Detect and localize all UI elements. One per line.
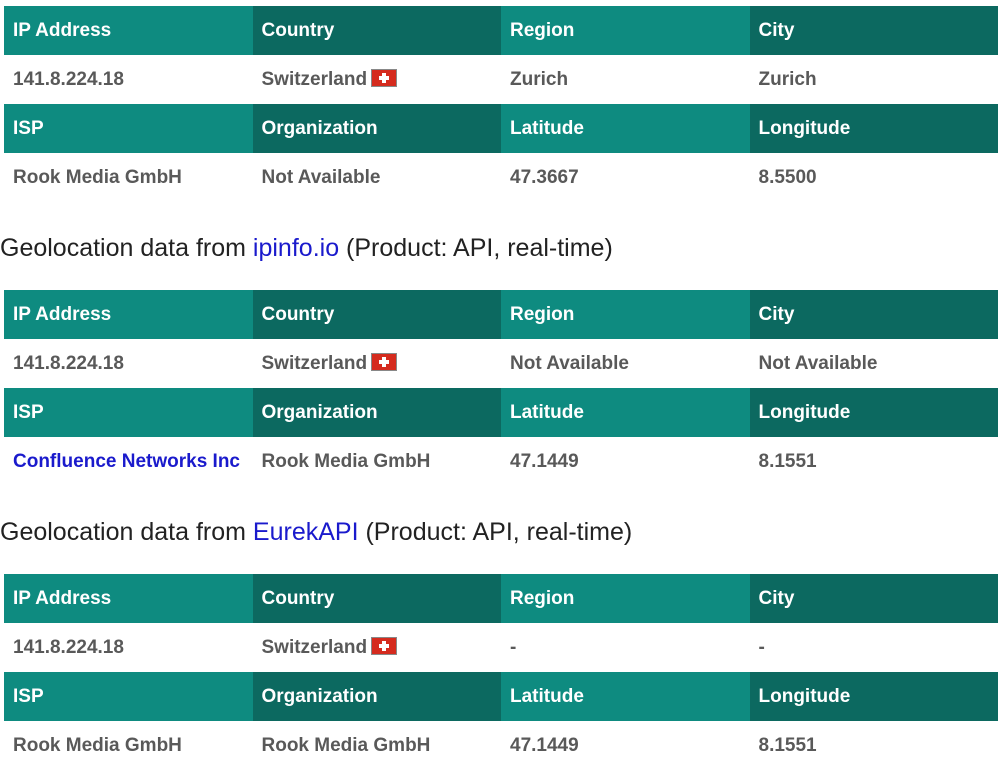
country-cell: Switzerland [252, 55, 501, 104]
isp-value: Rook Media GmbH [4, 153, 253, 202]
city-value: Not Available [749, 339, 998, 388]
caption-suffix: (Product: API, real-time) [339, 234, 613, 262]
geo-section-3: IP Address Country Region City 141.8.224… [4, 574, 1000, 770]
caption-prefix: Geolocation data from [0, 234, 253, 262]
geo-table: IP Address Country Region City 141.8.224… [4, 290, 998, 486]
header-region: Region [501, 290, 750, 339]
header-row: IP Address Country Region City [4, 6, 998, 55]
country-cell: Switzerland [252, 339, 501, 388]
source-link-ipinfo[interactable]: ipinfo.io [253, 234, 339, 262]
header-city: City [749, 574, 998, 623]
header-isp: ISP [4, 104, 253, 153]
section-caption: Geolocation data from EurekAPI (Product:… [0, 512, 998, 553]
caption-suffix: (Product: API, real-time) [358, 518, 633, 546]
table-row: 141.8.224.18 Switzerland - - [4, 623, 998, 672]
header-row: ISP Organization Latitude Longitude [4, 104, 998, 153]
header-region: Region [501, 574, 750, 623]
ip-value: 141.8.224.18 [4, 55, 253, 104]
header-lon: Longitude [749, 672, 998, 721]
ip-value: 141.8.224.18 [4, 339, 253, 388]
org-value: Rook Media GmbH [252, 437, 501, 486]
lat-value: 47.1449 [501, 721, 750, 770]
region-value: Zurich [501, 55, 750, 104]
isp-cell: Confluence Networks Inc [4, 437, 253, 486]
switzerland-flag-icon [371, 68, 398, 87]
country-cell: Switzerland [252, 623, 501, 672]
table-row: 141.8.224.18 Switzerland Not Available N… [4, 339, 998, 388]
header-country: Country [252, 290, 501, 339]
header-org: Organization [252, 672, 501, 721]
header-org: Organization [252, 388, 501, 437]
header-region: Region [501, 6, 750, 55]
header-country: Country [252, 574, 501, 623]
lon-value: 8.1551 [749, 437, 998, 486]
header-lat: Latitude [501, 104, 750, 153]
org-value: Not Available [252, 153, 501, 202]
header-city: City [749, 290, 998, 339]
region-value: Not Available [501, 339, 750, 388]
lon-value: 8.5500 [749, 153, 998, 202]
header-isp: ISP [4, 672, 253, 721]
lat-value: 47.3667 [501, 153, 750, 202]
header-ip: IP Address [4, 574, 253, 623]
isp-link[interactable]: Confluence Networks Inc [13, 451, 240, 472]
header-isp: ISP [4, 388, 253, 437]
city-value: Zurich [749, 55, 998, 104]
header-row: IP Address Country Region City [4, 574, 998, 623]
country-value: Switzerland [261, 68, 368, 90]
geo-section-1: IP Address Country Region City 141.8.224… [4, 6, 1000, 202]
header-ip: IP Address [4, 290, 253, 339]
table-row: Rook Media GmbH Rook Media GmbH 47.1449 … [4, 721, 998, 770]
caption-prefix: Geolocation data from [0, 518, 253, 546]
header-row: ISP Organization Latitude Longitude [4, 388, 998, 437]
header-lat: Latitude [501, 672, 750, 721]
header-country: Country [252, 6, 501, 55]
ip-value: 141.8.224.18 [4, 623, 253, 672]
geo-table: IP Address Country Region City 141.8.224… [4, 574, 998, 770]
country-value: Switzerland [261, 636, 368, 658]
org-value: Rook Media GmbH [252, 721, 501, 770]
header-lon: Longitude [749, 388, 998, 437]
header-row: IP Address Country Region City [4, 290, 998, 339]
geo-section-2: IP Address Country Region City 141.8.224… [4, 290, 1000, 486]
lon-value: 8.1551 [749, 721, 998, 770]
header-lon: Longitude [749, 104, 998, 153]
lat-value: 47.1449 [501, 437, 750, 486]
switzerland-flag-icon [371, 636, 398, 655]
table-row: Rook Media GmbH Not Available 47.3667 8.… [4, 153, 998, 202]
city-value: - [749, 623, 998, 672]
header-row: ISP Organization Latitude Longitude [4, 672, 998, 721]
geo-table: IP Address Country Region City 141.8.224… [4, 6, 998, 202]
region-value: - [501, 623, 750, 672]
switzerland-flag-icon [371, 352, 398, 371]
isp-value: Rook Media GmbH [4, 721, 253, 770]
header-org: Organization [252, 104, 501, 153]
header-ip: IP Address [4, 6, 253, 55]
source-link-eurekapi[interactable]: EurekAPI [253, 518, 359, 546]
header-city: City [749, 6, 998, 55]
country-value: Switzerland [261, 352, 368, 374]
section-caption: Geolocation data from ipinfo.io (Product… [0, 228, 998, 269]
header-lat: Latitude [501, 388, 750, 437]
table-row: 141.8.224.18 Switzerland Zurich Zurich [4, 55, 998, 104]
table-row: Confluence Networks Inc Rook Media GmbH … [4, 437, 998, 486]
